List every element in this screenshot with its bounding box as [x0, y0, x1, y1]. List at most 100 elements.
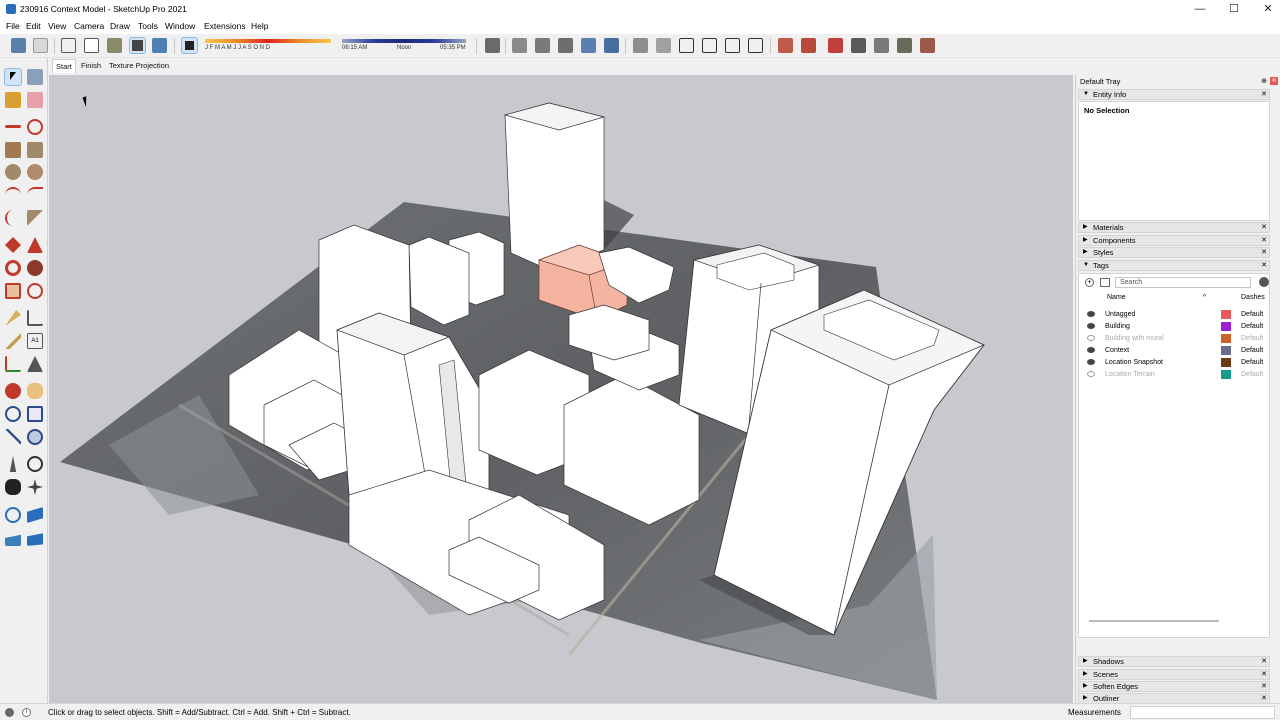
menu-edit[interactable]: Edit: [26, 21, 41, 31]
rotated-rectangle-icon[interactable]: [27, 142, 43, 158]
walk-icon[interactable]: [5, 479, 21, 495]
panel-close-icon[interactable]: ✕: [1261, 261, 1267, 270]
building-icon[interactable]: [702, 38, 717, 53]
three-point-arc-icon[interactable]: [5, 210, 21, 226]
circle-icon[interactable]: [5, 164, 21, 180]
scene-tab-texture-projection[interactable]: Texture Projection: [109, 61, 169, 70]
visibility-hidden-icon[interactable]: [1087, 371, 1095, 377]
col-dashes-header[interactable]: Dashes: [1241, 294, 1265, 301]
hidden-line-icon[interactable]: [84, 38, 99, 53]
right-view-icon[interactable]: [558, 38, 573, 53]
sandbox-scratch-icon[interactable]: [801, 38, 816, 53]
stamp-icon[interactable]: [851, 38, 866, 53]
instructor-info-icon[interactable]: i: [22, 708, 31, 717]
rotate-icon[interactable]: [5, 260, 21, 276]
details-arrow-icon[interactable]: [1259, 277, 1269, 287]
panel-close-icon[interactable]: ✕: [1261, 670, 1267, 679]
tag-color-swatch[interactable]: [1221, 346, 1231, 355]
position-camera-icon[interactable]: [9, 456, 17, 472]
menu-help[interactable]: Help: [251, 21, 268, 31]
zoom-extents-icon[interactable]: [5, 429, 21, 445]
menu-draw[interactable]: Draw: [110, 21, 130, 31]
panel-components-header[interactable]: ▶ Components ✕: [1078, 235, 1270, 246]
make-component-icon[interactable]: [27, 69, 43, 85]
panel-close-icon[interactable]: ✕: [1261, 236, 1267, 245]
offset-icon[interactable]: [27, 283, 43, 299]
wireframe-icon[interactable]: [61, 38, 76, 53]
menu-window[interactable]: Window: [165, 21, 195, 31]
shadow-time-slider[interactable]: 06:15 AM Noon 05:35 PM: [342, 37, 466, 55]
menu-tools[interactable]: Tools: [138, 21, 158, 31]
store-icon[interactable]: [748, 38, 763, 53]
xray-icon[interactable]: [11, 38, 26, 53]
tag-color-swatch[interactable]: [1221, 358, 1231, 367]
warehouse-icon[interactable]: [633, 38, 648, 53]
tape-measure-icon[interactable]: [5, 310, 21, 326]
flip-edge-icon[interactable]: [920, 38, 935, 53]
3d-text-icon[interactable]: [27, 356, 43, 372]
sandbox-contours-icon[interactable]: [778, 38, 793, 53]
smoove-icon[interactable]: [828, 38, 843, 53]
measurements-input[interactable]: [1130, 706, 1275, 719]
shaded-textures-icon[interactable]: [129, 37, 146, 54]
add-detail-icon[interactable]: [897, 38, 912, 53]
arc-icon[interactable]: [5, 187, 21, 203]
add-tag-icon[interactable]: +: [1085, 278, 1094, 287]
look-around-icon[interactable]: [27, 456, 43, 472]
monochrome-icon[interactable]: [152, 38, 167, 53]
scene-tab-finish[interactable]: Finish: [81, 61, 101, 70]
visibility-eye-icon[interactable]: [1087, 311, 1095, 317]
visibility-eye-icon[interactable]: [1087, 323, 1095, 329]
tray-close-icon[interactable]: ✕: [1270, 77, 1278, 85]
pie-icon[interactable]: [27, 210, 43, 226]
follow-me-icon[interactable]: [27, 260, 43, 276]
top-view-icon[interactable]: [512, 38, 527, 53]
back-view-icon[interactable]: [581, 38, 596, 53]
pan-icon[interactable]: [27, 383, 43, 399]
geo-location-icon[interactable]: [5, 708, 14, 717]
solid-outer-shell-icon[interactable]: [5, 507, 21, 523]
solid-subtract-icon[interactable]: [27, 533, 43, 546]
zoom-icon[interactable]: [5, 406, 21, 422]
previous-view-icon[interactable]: [27, 429, 43, 445]
tag-row[interactable]: Location Snapshot Default: [1079, 357, 1271, 369]
tag-row[interactable]: Building Default: [1079, 321, 1271, 333]
panel-materials-header[interactable]: ▶ Materials ✕: [1078, 222, 1270, 233]
drawing-area-viewport[interactable]: [49, 75, 1073, 703]
tags-horizontal-scrollbar[interactable]: [1089, 620, 1219, 622]
protractor-icon[interactable]: [5, 333, 21, 349]
axes-icon[interactable]: [5, 356, 21, 372]
tray-pin-icon[interactable]: ⊕: [1261, 77, 1267, 85]
tag-row[interactable]: Building with mural Default: [1079, 333, 1271, 345]
front-view-icon[interactable]: [535, 38, 550, 53]
polygon-icon[interactable]: [27, 164, 43, 180]
two-point-arc-icon[interactable]: [27, 187, 43, 203]
drape-icon[interactable]: [874, 38, 889, 53]
visibility-hidden-icon[interactable]: [1087, 335, 1095, 341]
scale-icon[interactable]: [5, 283, 21, 299]
tag-color-swatch[interactable]: [1221, 370, 1231, 379]
panel-tags-header[interactable]: ▼ Tags ✕: [1078, 260, 1270, 271]
solid-union-icon[interactable]: [5, 534, 21, 546]
dimension-icon[interactable]: [27, 310, 43, 326]
panel-close-icon[interactable]: ✕: [1261, 248, 1267, 257]
panel-close-icon[interactable]: ✕: [1261, 223, 1267, 232]
menu-view[interactable]: View: [48, 21, 66, 31]
visibility-eye-icon[interactable]: [1087, 359, 1095, 365]
visibility-eye-icon[interactable]: [1087, 347, 1095, 353]
shadows-toggle-icon[interactable]: [181, 37, 198, 54]
select-tool-icon[interactable]: [4, 68, 22, 86]
panel-shadows-header[interactable]: ▶ Shadows ✕: [1078, 656, 1270, 667]
panel-close-icon[interactable]: ✕: [1261, 90, 1267, 99]
add-tag-folder-icon[interactable]: [1100, 278, 1110, 287]
left-view-icon[interactable]: [604, 38, 619, 53]
panel-entity-info-header[interactable]: ▼ Entity Info ✕: [1078, 89, 1270, 100]
zoom-window-icon[interactable]: [27, 406, 43, 422]
move-icon[interactable]: [5, 237, 21, 253]
col-name-header[interactable]: Name: [1107, 294, 1126, 301]
tag-color-swatch[interactable]: [1221, 334, 1231, 343]
tag-row[interactable]: Untagged Default: [1079, 309, 1271, 321]
back-edges-icon[interactable]: [33, 38, 48, 53]
share-model-icon[interactable]: [656, 38, 671, 53]
line-tool-icon[interactable]: [5, 125, 21, 128]
